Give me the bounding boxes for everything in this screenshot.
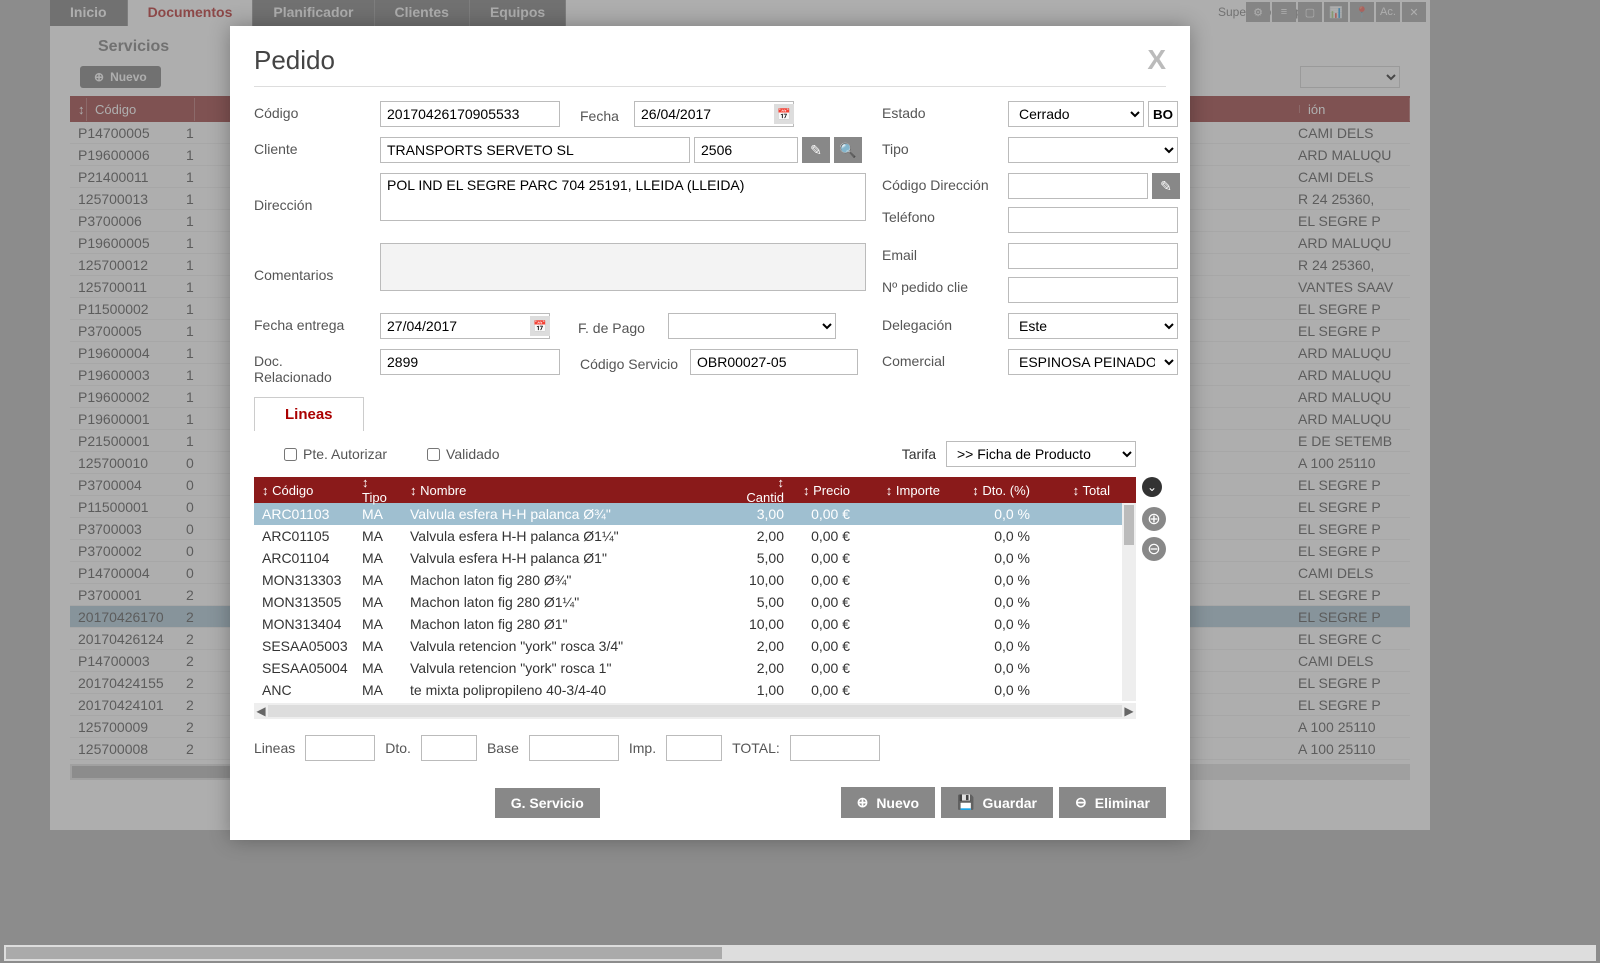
validado-check[interactable]: Validado xyxy=(427,446,499,462)
comentarios-label: Comentarios xyxy=(254,263,364,283)
comentarios-textarea[interactable] xyxy=(380,243,866,291)
telefono-label: Teléfono xyxy=(882,205,992,225)
expand-icon[interactable]: ⌄ xyxy=(1142,477,1162,497)
direccion-textarea[interactable]: POL IND EL SEGRE PARC 704 25191, LLEIDA … xyxy=(380,173,866,221)
comercial-select[interactable]: ESPINOSA PEINADO, C xyxy=(1008,349,1178,375)
ficha-producto-select[interactable]: >> Ficha de Producto xyxy=(946,441,1136,467)
close-icon[interactable]: X xyxy=(1147,44,1166,76)
estado-label: Estado xyxy=(882,101,992,121)
pte-autorizar-check[interactable]: Pte. Autorizar xyxy=(284,446,387,462)
nuevo-button[interactable]: ⊕Nuevo xyxy=(841,787,936,818)
tipo-label: Tipo xyxy=(882,137,992,157)
edit-dir-icon[interactable]: ✎ xyxy=(1152,173,1180,199)
cliente-label: Cliente xyxy=(254,137,364,157)
codigo-input[interactable] xyxy=(380,101,560,127)
fecha-entrega-input[interactable] xyxy=(380,313,550,339)
total-imp-input[interactable] xyxy=(666,735,722,761)
line-row[interactable]: MON313404MAMachon laton fig 280 Ø1"10,00… xyxy=(254,613,1136,635)
fecha-input[interactable] xyxy=(634,101,794,127)
totals-row: Lineas Dto. Base Imp. TOTAL: xyxy=(254,719,1166,771)
calendar-icon-2[interactable]: 📅 xyxy=(530,316,550,336)
plus-icon: ⊕ xyxy=(857,794,869,811)
email-label: Email xyxy=(882,243,992,263)
line-row[interactable]: ANCMAte mixta polipropileno 40-3/4-401,0… xyxy=(254,679,1136,701)
eliminar-button[interactable]: ⊖Eliminar xyxy=(1059,787,1166,818)
cod-serv-input[interactable] xyxy=(690,349,858,375)
fpago-select[interactable] xyxy=(668,313,836,339)
save-icon: 💾 xyxy=(957,794,974,811)
line-row[interactable]: SESAA05004MAValvula retencion "york" ros… xyxy=(254,657,1136,679)
line-row[interactable]: ARC01104MAValvula esfera H-H palanca Ø1"… xyxy=(254,547,1136,569)
search-icon[interactable]: 🔍 xyxy=(834,137,862,163)
fpago-label: F. de Pago xyxy=(578,316,664,336)
viewport-scrollbar-x[interactable] xyxy=(4,945,1596,961)
cod-dir-label: Código Dirección xyxy=(882,173,992,193)
cliente-num-input[interactable] xyxy=(694,137,798,163)
line-row[interactable]: SESAA05003MAValvula retencion "york" ros… xyxy=(254,635,1136,657)
comercial-label: Comercial xyxy=(882,349,992,369)
doc-rel-label: Doc. Relacionado xyxy=(254,349,364,385)
delegacion-select[interactable]: Este xyxy=(1008,313,1178,339)
pedido-cli-label: Nº pedido clie xyxy=(882,275,992,295)
gservicio-button[interactable]: G. Servicio xyxy=(495,788,600,818)
line-row[interactable]: MON313505MAMachon laton fig 280 Ø1¼"5,00… xyxy=(254,591,1136,613)
telefono-input[interactable] xyxy=(1008,207,1178,233)
total-total-input[interactable] xyxy=(790,735,880,761)
tarifa-label: Tarifa xyxy=(902,446,936,462)
delegacion-label: Delegación xyxy=(882,313,992,333)
lines-scrollbar-y[interactable] xyxy=(1122,503,1136,701)
email-input[interactable] xyxy=(1008,243,1178,269)
total-base-input[interactable] xyxy=(529,735,619,761)
lineas-tab[interactable]: Lineas xyxy=(254,397,364,431)
cod-serv-label: Código Servicio xyxy=(580,352,686,372)
total-dto-input[interactable] xyxy=(421,735,477,761)
tipo-select[interactable] xyxy=(1008,137,1178,163)
lines-scrollbar-x[interactable]: ◀▶ xyxy=(254,703,1136,719)
guardar-button[interactable]: 💾Guardar xyxy=(941,787,1053,818)
bo-button[interactable]: BO xyxy=(1148,101,1178,127)
fecha-entrega-label: Fecha entrega xyxy=(254,313,364,333)
line-row[interactable]: MON313303MAMachon laton fig 280 Ø¾"10,00… xyxy=(254,569,1136,591)
fecha-label: Fecha xyxy=(580,104,630,124)
estado-select[interactable]: Cerrado xyxy=(1008,101,1144,127)
cod-dir-input[interactable] xyxy=(1008,173,1148,199)
line-row[interactable]: ARC01105MAValvula esfera H-H palanca Ø1¼… xyxy=(254,525,1136,547)
total-lineas-input[interactable] xyxy=(305,735,375,761)
doc-rel-input[interactable] xyxy=(380,349,560,375)
edit-icon[interactable]: ✎ xyxy=(802,137,830,163)
add-line-button[interactable]: ⊕ xyxy=(1142,507,1166,531)
direccion-label: Dirección xyxy=(254,193,364,213)
dialog-title: Pedido xyxy=(254,45,335,76)
codigo-label: Código xyxy=(254,101,364,121)
line-row[interactable]: ARC01103MAValvula esfera H-H palanca Ø¾"… xyxy=(254,503,1136,525)
pedido-dialog: Pedido X Código Fecha 📅 Estado Cerrado B… xyxy=(230,26,1190,840)
pedido-cli-input[interactable] xyxy=(1008,277,1178,303)
minus-icon: ⊖ xyxy=(1075,794,1087,811)
remove-line-button[interactable]: ⊖ xyxy=(1142,537,1166,561)
lines-table: ↕ Código ↕ Tipo ↕ Nombre ↕ Cantid ↕ Prec… xyxy=(254,477,1136,719)
cliente-input[interactable] xyxy=(380,137,690,163)
calendar-icon[interactable]: 📅 xyxy=(774,104,794,124)
